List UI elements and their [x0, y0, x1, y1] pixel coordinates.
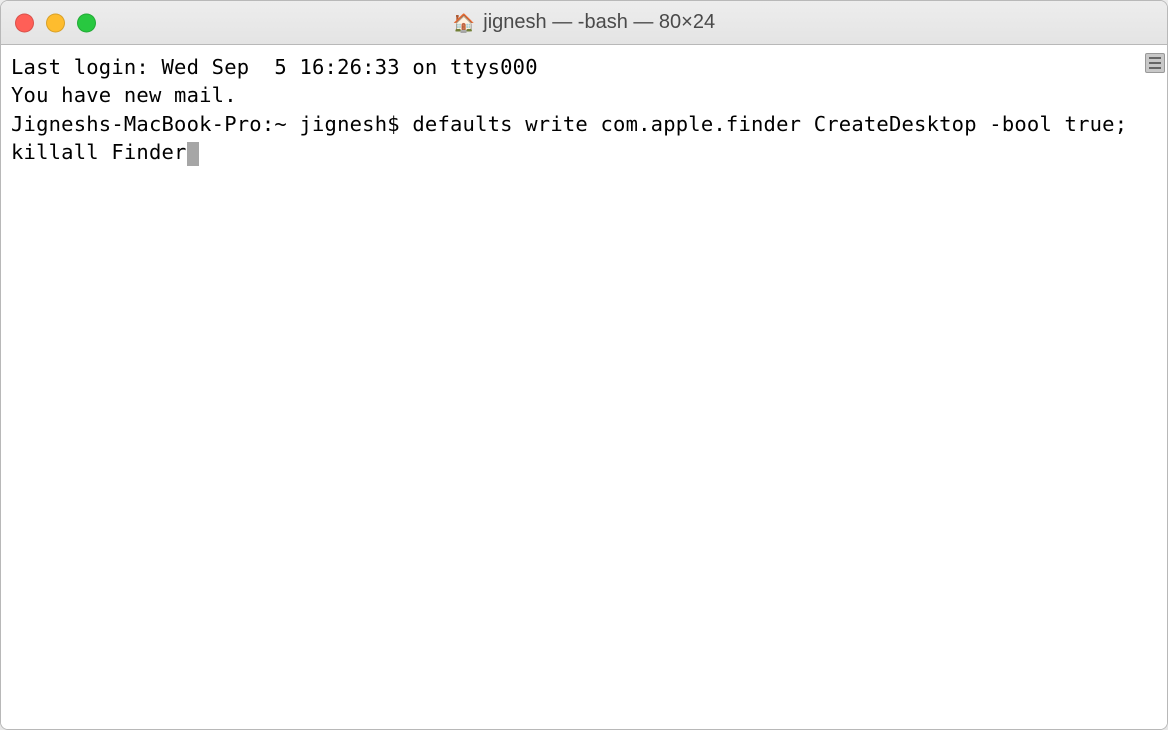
close-button[interactable] [15, 13, 34, 32]
scrollbar[interactable] [1143, 45, 1167, 729]
terminal-prompt: Jigneshs-MacBook-Pro:~ jignesh$ [11, 112, 412, 136]
minimize-button[interactable] [46, 13, 65, 32]
window-titlebar[interactable]: 🏠 jignesh — -bash — 80×24 [1, 1, 1167, 45]
terminal-body: Last login: Wed Sep 5 16:26:33 on ttys00… [1, 45, 1167, 729]
home-icon: 🏠 [453, 14, 475, 32]
terminal-line: Last login: Wed Sep 5 16:26:33 on ttys00… [11, 55, 538, 79]
terminal-line: You have new mail. [11, 83, 237, 107]
traffic-lights [15, 13, 96, 32]
window-title-text: jignesh — -bash — 80×24 [483, 11, 715, 34]
cursor [187, 142, 199, 166]
terminal-content[interactable]: Last login: Wed Sep 5 16:26:33 on ttys00… [1, 45, 1143, 729]
scroll-indicator-icon[interactable] [1145, 53, 1165, 73]
window-title: 🏠 jignesh — -bash — 80×24 [453, 11, 715, 34]
zoom-button[interactable] [77, 13, 96, 32]
terminal-window: 🏠 jignesh — -bash — 80×24 Last login: We… [0, 0, 1168, 730]
